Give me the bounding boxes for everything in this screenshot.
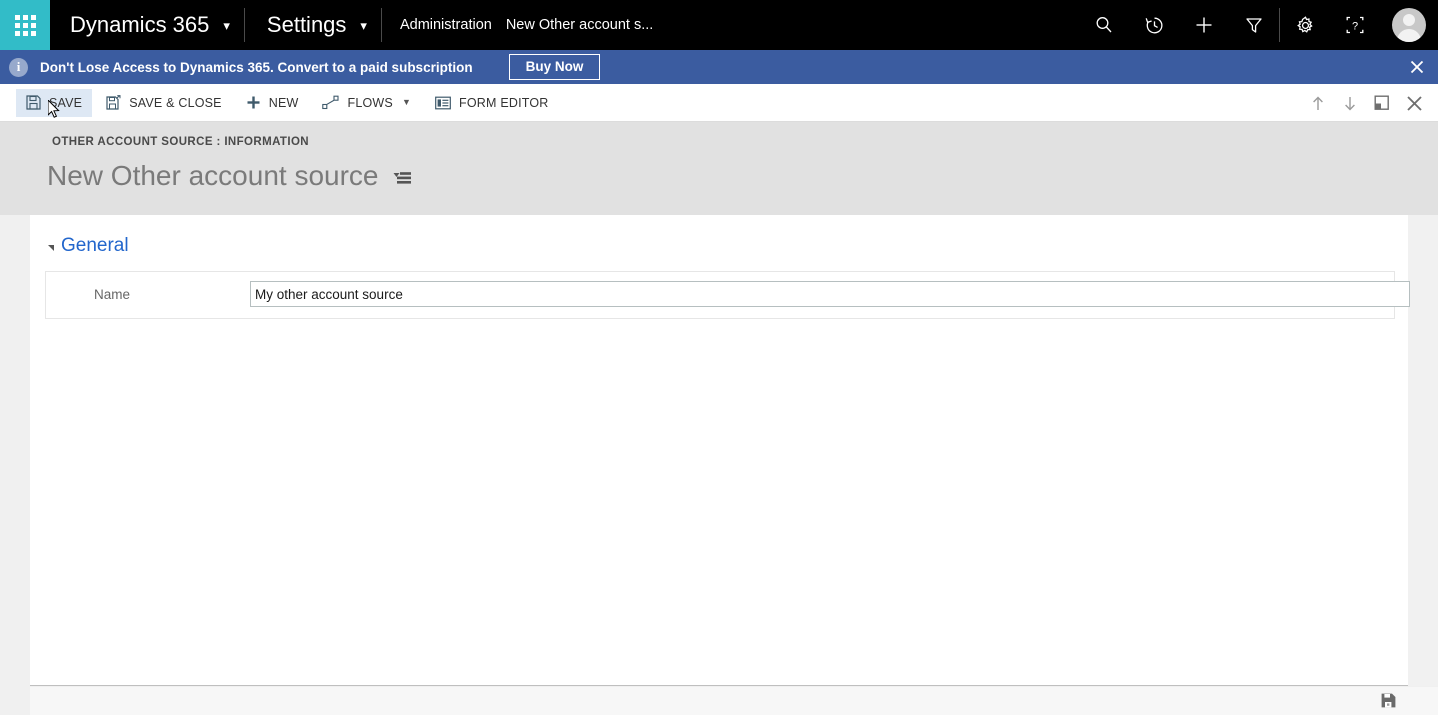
avatar	[1392, 8, 1426, 42]
nav-icon-group: ?	[1079, 0, 1438, 50]
save-close-icon	[106, 95, 121, 110]
svg-text:?: ?	[1352, 20, 1358, 32]
info-icon: i	[9, 57, 28, 77]
app-title-dropdown[interactable]: Dynamics 365 ▾	[50, 0, 244, 50]
notification-bar: i Don't Lose Access to Dynamics 365. Con…	[0, 50, 1438, 84]
save-icon	[26, 95, 41, 110]
top-navigation-bar: Dynamics 365 ▾ Settings ▾ Administration…	[0, 0, 1438, 50]
name-input[interactable]	[250, 281, 1410, 307]
app-launcher-button[interactable]	[0, 0, 50, 50]
form-editor-button[interactable]: FORM EDITOR	[425, 89, 558, 117]
next-record-icon[interactable]	[1334, 84, 1366, 122]
status-bar-left-gutter	[0, 687, 30, 715]
waffle-grid-icon	[14, 14, 36, 36]
page-header: OTHER ACCOUNT SOURCE : INFORMATION New O…	[0, 122, 1438, 215]
search-icon[interactable]	[1079, 0, 1129, 50]
flows-icon	[322, 95, 340, 110]
save-and-close-button[interactable]: SAVE & CLOSE	[96, 89, 231, 117]
breadcrumb-item-record[interactable]: New Other account s...	[506, 17, 653, 33]
plus-icon	[246, 95, 261, 110]
close-icon[interactable]	[1396, 50, 1438, 84]
command-bar: SAVE SAVE & CLOSE NEW FLOWS ▼ FORM EDITO…	[0, 84, 1438, 122]
flows-button[interactable]: FLOWS ▼	[312, 89, 421, 117]
flows-button-label: FLOWS	[347, 95, 393, 110]
status-bar	[0, 687, 1438, 715]
breadcrumb: Administration New Other account s...	[382, 0, 653, 50]
page-title: New Other account source	[47, 160, 379, 191]
notification-message: Don't Lose Access to Dynamics 365. Conve…	[40, 59, 473, 75]
collapse-triangle-icon	[48, 245, 54, 251]
command-bar-right-actions	[1302, 84, 1430, 122]
form-editor-button-label: FORM EDITOR	[459, 95, 549, 110]
form-selector-icon[interactable]	[393, 171, 411, 185]
form-body: General Name	[30, 215, 1410, 686]
settings-gear-icon[interactable]	[1280, 0, 1330, 50]
new-button[interactable]: NEW	[236, 89, 309, 117]
save-and-close-button-label: SAVE & CLOSE	[129, 95, 222, 110]
entity-breadcrumb-label: OTHER ACCOUNT SOURCE : INFORMATION	[52, 136, 310, 148]
pop-out-icon[interactable]	[1366, 84, 1398, 122]
close-form-icon[interactable]	[1398, 84, 1430, 122]
name-field-label: Name	[94, 287, 131, 302]
save-button-label: SAVE	[49, 95, 83, 110]
save-button[interactable]: SAVE	[16, 88, 93, 117]
form-scrollbar[interactable]	[1408, 215, 1438, 686]
page-title-row: New Other account source	[47, 160, 411, 192]
save-status-icon[interactable]	[1381, 693, 1396, 708]
chevron-down-icon: ▼	[401, 97, 412, 107]
area-title-dropdown[interactable]: Settings ▾	[245, 0, 381, 50]
chevron-down-icon: ▾	[360, 17, 367, 33]
app-title: Dynamics 365	[70, 12, 210, 37]
new-button-label: NEW	[268, 95, 299, 110]
field-row-name: Name	[45, 271, 1410, 319]
form-editor-icon	[435, 96, 451, 110]
buy-now-button[interactable]: Buy Now	[508, 53, 601, 81]
general-section-header[interactable]: General	[48, 235, 129, 257]
advanced-find-icon[interactable]	[1229, 0, 1279, 50]
left-gutter	[0, 215, 30, 686]
area-title: Settings	[266, 12, 347, 37]
general-section-label: General	[61, 235, 129, 256]
user-profile-button[interactable]	[1380, 0, 1438, 50]
previous-record-icon[interactable]	[1302, 84, 1334, 122]
quick-create-icon[interactable]	[1179, 0, 1229, 50]
breadcrumb-item-administration[interactable]: Administration	[400, 17, 492, 33]
chevron-down-icon: ▾	[223, 17, 230, 33]
history-icon[interactable]	[1129, 0, 1179, 50]
help-icon[interactable]: ?	[1330, 0, 1380, 50]
